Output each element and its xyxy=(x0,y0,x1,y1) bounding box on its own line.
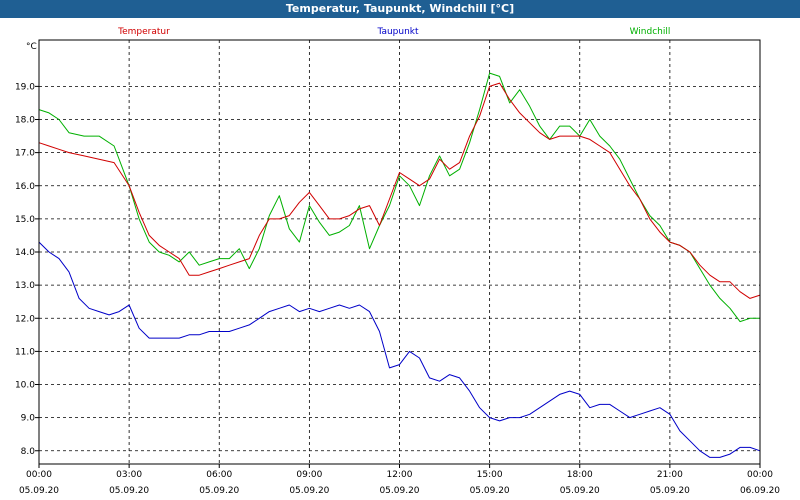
x-tick-time: 03:00 xyxy=(116,470,142,480)
legend-windchill: Windchill xyxy=(630,27,671,37)
title-bar: Temperatur, Taupunkt, Windchill [°C] xyxy=(0,0,800,18)
x-tick-date: 05.09.20 xyxy=(560,486,600,496)
y-tick-label: 11.0 xyxy=(15,347,35,357)
legend-temperatur: Temperatur xyxy=(117,27,170,37)
chart-window: Temperatur, Taupunkt, Windchill [°C] 8.0… xyxy=(0,0,800,500)
x-tick-date: 05.09.20 xyxy=(470,486,510,496)
grid xyxy=(35,40,761,468)
y-tick-label: 15.0 xyxy=(15,215,35,225)
x-tick-date: 05.09.20 xyxy=(650,486,690,496)
x-tick-time: 00:00 xyxy=(26,470,52,480)
y-tick-label: 12.0 xyxy=(15,314,35,324)
x-tick-date: 05.09.20 xyxy=(109,486,149,496)
x-tick-time: 00:00 xyxy=(747,470,773,480)
x-tick-date: 06.09.20 xyxy=(740,486,780,496)
x-tick-time: 21:00 xyxy=(657,470,683,480)
x-tick-time: 18:00 xyxy=(567,470,593,480)
y-tick-label: 16.0 xyxy=(15,182,35,192)
y-tick-label: 10.0 xyxy=(15,381,35,391)
unit-label: °C xyxy=(26,42,37,52)
legend: Temperatur Taupunkt Windchill xyxy=(117,27,670,37)
chart-svg: 8.0 9.0 10.0 11.0 12.0 13.0 14.0 15.0 16.0 17.0 18… xyxy=(15,27,780,496)
y-tick-label: 17.0 xyxy=(15,149,35,159)
y-tick-label: 9.0 xyxy=(21,414,36,424)
x-tick-time: 15:00 xyxy=(477,470,503,480)
x-tick-date: 05.09.20 xyxy=(379,486,419,496)
x-tick-date: 05.09.20 xyxy=(19,486,59,496)
y-tick-label: 14.0 xyxy=(15,248,35,258)
x-tick-time: 09:00 xyxy=(296,470,322,480)
y-tick-label: 18.0 xyxy=(15,116,35,126)
x-tick-time: 12:00 xyxy=(387,470,413,480)
x-tick-date: 05.09.20 xyxy=(289,486,329,496)
axis-labels: 8.0 9.0 10.0 11.0 12.0 13.0 14.0 15.0 16.0 17.0 18… xyxy=(15,82,780,496)
y-tick-label: 13.0 xyxy=(15,281,35,291)
legend-taupunkt: Taupunkt xyxy=(376,27,419,37)
y-tick-label: 8.0 xyxy=(21,447,36,457)
x-tick-date: 05.09.20 xyxy=(199,486,239,496)
x-tick-time: 06:00 xyxy=(206,470,232,480)
y-tick-label: 19.0 xyxy=(15,82,35,92)
